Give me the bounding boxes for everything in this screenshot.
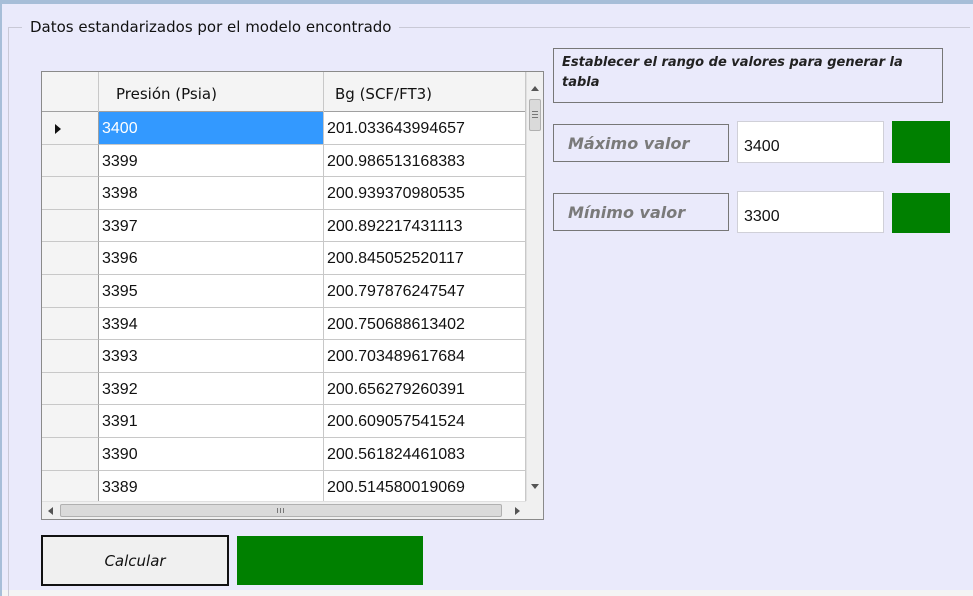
row-header-corner[interactable] [42,72,99,112]
row-header[interactable] [42,438,99,471]
results-grid[interactable]: Presión (Psia) Bg (SCF/FT3) 3400 201.0336… [41,71,544,520]
scroll-right-icon[interactable] [515,507,520,515]
cell-presion[interactable]: 3391 [99,405,324,438]
cell-presion[interactable]: 3392 [99,372,324,406]
cell-presion[interactable]: 3398 [99,177,324,210]
table-row[interactable]: 3397 200.892217431113 [42,209,526,243]
scroll-up-icon[interactable] [531,86,539,91]
groupbox-title: Datos estandarizados por el modelo encon… [22,16,400,38]
max-value-indicator [892,121,950,163]
cell-presion[interactable]: 3396 [99,242,324,275]
table-row[interactable]: 3399 200.986513168383 [42,144,526,178]
row-header[interactable] [42,209,99,243]
grip-line [532,117,538,118]
grip-line [283,508,284,513]
table-row[interactable]: 3400 201.033643994657 [42,112,526,145]
scroll-down-icon[interactable] [531,484,539,489]
cell-bg[interactable]: 200.797876247547 [324,275,526,308]
cell-presion[interactable]: 3389 [99,470,324,501]
column-header-bg[interactable]: Bg (SCF/FT3) [324,72,526,112]
vertical-scroll-thumb[interactable] [529,99,541,131]
row-header[interactable] [42,144,99,178]
cell-bg[interactable]: 200.514580019069 [324,470,526,501]
cell-presion[interactable]: 3395 [99,275,324,308]
horizontal-scrollbar[interactable] [42,501,526,519]
table-row[interactable]: 3398 200.939370980535 [42,177,526,210]
grip-line [280,508,281,513]
range-instructions-label: Establecer el rango de valores para gene… [553,48,943,103]
cell-bg[interactable]: 200.845052520117 [324,242,526,275]
min-value-indicator [892,193,950,233]
grid-rows: 3400 201.033643994657 3399 200.986513168383… [42,112,526,501]
scrollbar-corner [526,501,543,519]
cell-presion[interactable]: 3400 [99,112,324,145]
cell-bg[interactable]: 201.033643994657 [324,112,526,145]
calculate-button[interactable]: Calcular [41,535,229,586]
table-row[interactable]: 3389 200.514580019069 [42,470,526,501]
cell-presion[interactable]: 3393 [99,340,324,373]
column-header-presion[interactable]: Presión (Psia) [99,72,324,112]
table-row[interactable]: 3396 200.845052520117 [42,242,526,275]
cell-presion[interactable]: 3394 [99,307,324,341]
grip-line [532,111,538,112]
scroll-left-icon[interactable] [48,507,53,515]
cell-presion[interactable]: 3397 [99,209,324,243]
cell-bg[interactable]: 200.986513168383 [324,144,526,178]
cell-bg[interactable]: 200.609057541524 [324,405,526,438]
table-row[interactable]: 3391 200.609057541524 [42,405,526,438]
horizontal-scroll-thumb[interactable] [60,504,502,517]
grip-line [532,114,538,115]
grid-header: Presión (Psia) Bg (SCF/FT3) [42,72,526,112]
row-header[interactable] [42,340,99,373]
vertical-scrollbar[interactable] [526,72,543,501]
cell-presion[interactable]: 3399 [99,144,324,178]
row-header[interactable] [42,275,99,308]
current-row-arrow-icon [55,124,61,134]
row-header[interactable] [42,112,99,145]
cell-bg[interactable]: 200.656279260391 [324,372,526,406]
row-header[interactable] [42,372,99,406]
table-row[interactable]: 3393 200.703489617684 [42,340,526,373]
table-row[interactable]: 3395 200.797876247547 [42,275,526,308]
row-header[interactable] [42,242,99,275]
table-row[interactable]: 3390 200.561824461083 [42,438,526,471]
cell-bg[interactable]: 200.703489617684 [324,340,526,373]
max-value-input[interactable] [737,121,884,163]
min-value-input[interactable] [737,191,884,233]
cell-bg[interactable]: 200.561824461083 [324,438,526,471]
row-header[interactable] [42,307,99,341]
table-row[interactable]: 3394 200.750688613402 [42,307,526,341]
row-header[interactable] [42,405,99,438]
grip-line [277,508,278,513]
max-value-label: Máximo valor [553,124,729,162]
min-value-label: Mínimo valor [553,193,729,231]
cell-bg[interactable]: 200.892217431113 [324,209,526,243]
cell-bg[interactable]: 200.939370980535 [324,177,526,210]
row-header[interactable] [42,470,99,501]
table-row[interactable]: 3392 200.656279260391 [42,372,526,406]
cell-presion[interactable]: 3390 [99,438,324,471]
cell-bg[interactable]: 200.750688613402 [324,307,526,341]
calculate-status-indicator [237,536,423,585]
row-header[interactable] [42,177,99,210]
